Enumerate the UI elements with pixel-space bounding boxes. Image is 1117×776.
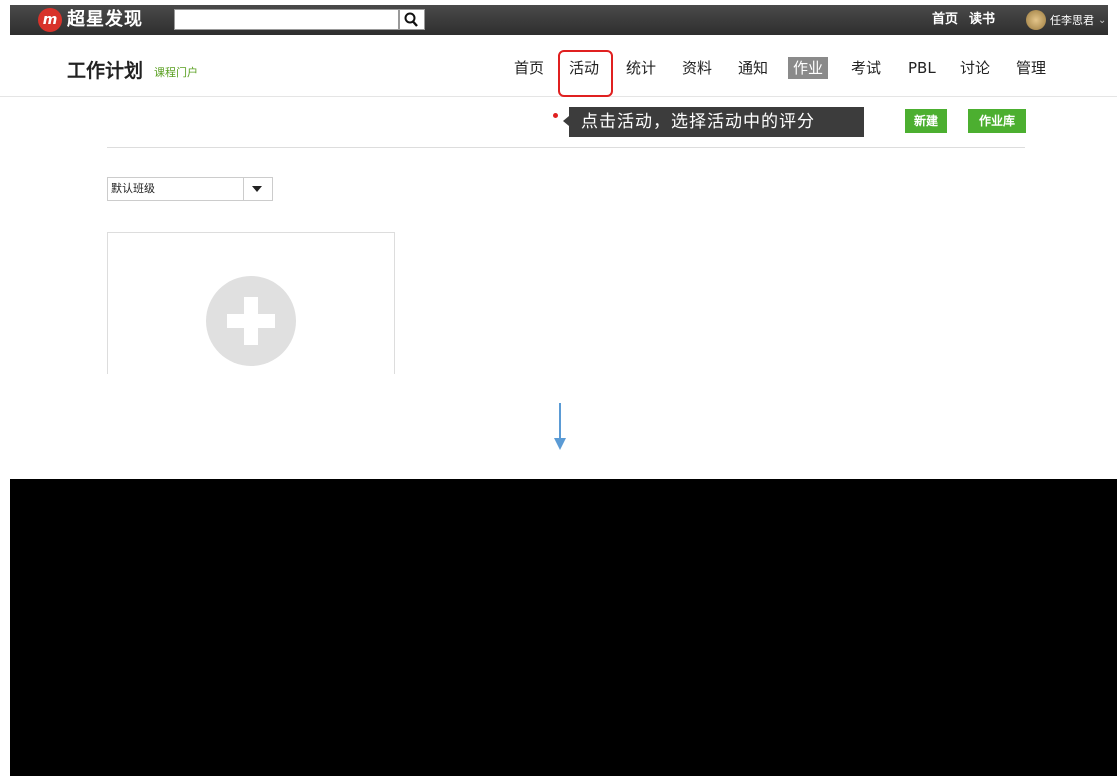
- top-bar: m 超星发现 首页 读书 任李思君 ⌄: [0, 0, 1117, 40]
- course-header: 工作计划 课程门户 首页 活动 统计 资料 通知 作业 考试 PBL 讨论 管理: [0, 40, 1117, 97]
- class-select[interactable]: 默认班级: [107, 177, 273, 201]
- top-link-home[interactable]: 首页: [932, 10, 958, 30]
- search-icon: [404, 12, 418, 27]
- nav-materials[interactable]: 资料: [680, 57, 714, 79]
- nav-home[interactable]: 首页: [512, 57, 546, 79]
- add-homework-card[interactable]: [107, 232, 395, 374]
- annotation-dot: [553, 113, 558, 118]
- plus-vertical: [244, 297, 258, 345]
- divider: [107, 147, 1025, 148]
- add-icon[interactable]: [206, 276, 296, 366]
- class-select-value: 默认班级: [111, 182, 155, 195]
- nav-manage[interactable]: 管理: [1014, 57, 1048, 79]
- user-name[interactable]: 任李思君: [1050, 13, 1094, 29]
- nav-discussion[interactable]: 讨论: [958, 57, 992, 79]
- nav-statistics[interactable]: 统计: [624, 57, 658, 79]
- nav-notices[interactable]: 通知: [736, 57, 770, 79]
- search-button[interactable]: [399, 9, 425, 30]
- new-homework-button[interactable]: 新建: [905, 109, 947, 133]
- down-arrow-icon: [559, 403, 561, 439]
- select-separator: [243, 178, 244, 200]
- instruction-tooltip: 点击活动，选择活动中的评分: [569, 107, 864, 137]
- homework-library-button[interactable]: 作业库: [968, 109, 1026, 133]
- top-bar-background: m 超星发现 首页 读书 任李思君 ⌄: [10, 5, 1108, 35]
- chevron-down-icon[interactable]: ⌄: [1098, 13, 1106, 29]
- avatar[interactable]: [1026, 10, 1046, 30]
- chaoxing-logo-icon[interactable]: m: [38, 8, 62, 32]
- course-title[interactable]: 工作计划: [67, 56, 143, 83]
- top-link-reading[interactable]: 读书: [969, 10, 995, 30]
- nav-pbl[interactable]: PBL: [906, 57, 938, 79]
- course-portal-link[interactable]: 课程门户: [154, 64, 198, 80]
- brand-name[interactable]: 超星发现: [67, 7, 143, 33]
- activity-highlight-box: [558, 50, 613, 97]
- search-input[interactable]: [174, 9, 399, 30]
- down-arrow-head: [554, 438, 566, 450]
- caret-down-icon[interactable]: [252, 186, 262, 192]
- blank-screenshot-area: [10, 479, 1117, 776]
- nav-homework[interactable]: 作业: [788, 57, 829, 79]
- nav-exams[interactable]: 考试: [849, 57, 883, 79]
